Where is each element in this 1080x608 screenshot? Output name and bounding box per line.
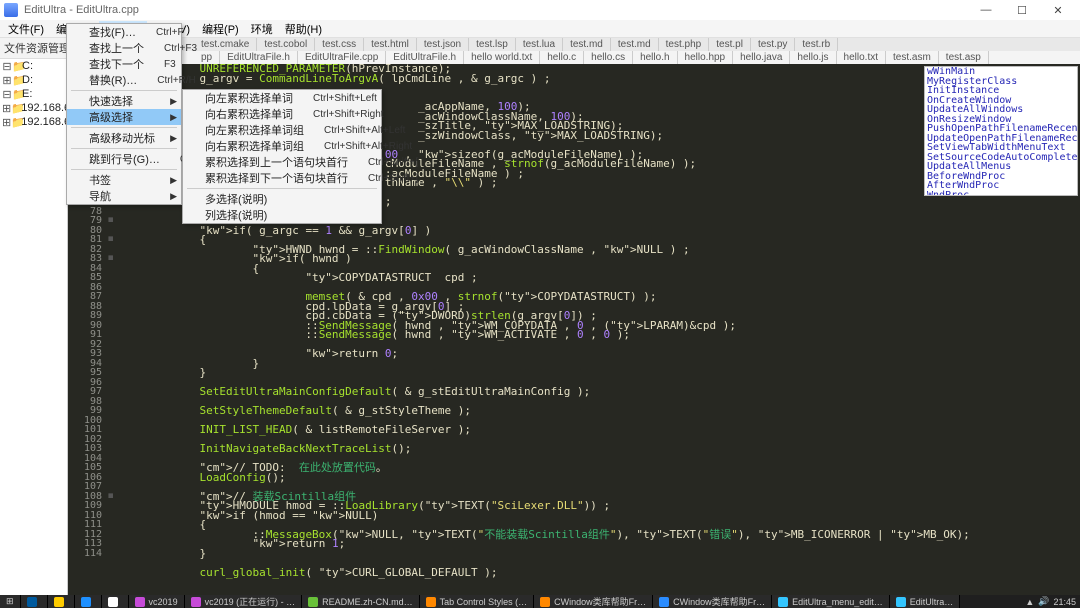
- file-tab[interactable]: test.css: [315, 38, 364, 51]
- menu-item[interactable]: 快速选择▶: [67, 93, 181, 109]
- symbol-list[interactable]: wWinMainMyRegisterClassInitInstanceOnCre…: [924, 66, 1078, 196]
- close-button[interactable]: ✕: [1040, 1, 1076, 19]
- taskbar-item[interactable]: vc2019 (正在运行) - …: [185, 595, 303, 608]
- menu-item[interactable]: 查找(F)…Ctrl+F: [67, 24, 181, 40]
- symbol-item[interactable]: WndProc: [927, 191, 1075, 197]
- file-tab[interactable]: EditUltraFile.h: [386, 51, 464, 64]
- taskbar-item[interactable]: CWindow类库帮助Fr…: [653, 595, 772, 608]
- file-tab[interactable]: hello.h: [633, 51, 677, 64]
- menu-item[interactable]: 向右累积选择单词Ctrl+Shift+Right: [183, 106, 381, 122]
- tree-node[interactable]: ⊟📁E:: [0, 87, 67, 101]
- menu-item[interactable]: 向左累积选择单词组Ctrl+Shift+Alt+Left: [183, 122, 381, 138]
- menu-文件(F)[interactable]: 文件(F): [2, 21, 50, 37]
- file-tab[interactable]: test.lsp: [469, 38, 516, 51]
- file-tab[interactable]: pp: [194, 51, 220, 64]
- file-tab[interactable]: test.rb: [795, 38, 838, 51]
- taskbar-item[interactable]: EditUltra_menu_edit…: [772, 595, 890, 608]
- file-tab[interactable]: hello.java: [733, 51, 790, 64]
- taskbar-item[interactable]: vc2019: [129, 595, 185, 608]
- file-tab[interactable]: hello.c: [540, 51, 584, 64]
- menu-帮助(H)[interactable]: 帮助(H): [279, 21, 328, 37]
- menu-item[interactable]: 查找下一个F3: [67, 56, 181, 72]
- taskbar-item[interactable]: [75, 595, 102, 608]
- menu-item[interactable]: 跳到行号(G)…Ctrl+G: [67, 151, 181, 167]
- file-tab[interactable]: test.php: [659, 38, 710, 51]
- file-tab[interactable]: EditUltraFile.cpp: [298, 51, 386, 64]
- file-tab[interactable]: test.html: [364, 38, 417, 51]
- menu-item[interactable]: 列选择(说明): [183, 207, 381, 223]
- menu-item[interactable]: 替换(R)…Ctrl+R/H: [67, 72, 181, 88]
- tree-node[interactable]: ⊟📁C:: [0, 59, 67, 73]
- tree-node[interactable]: ⊞📁192.168.6.: [0, 101, 67, 115]
- taskbar-item[interactable]: [48, 595, 75, 608]
- taskbar-item[interactable]: README.zh-CN.md…: [302, 595, 420, 608]
- file-tab[interactable]: EditUltraFile.h: [220, 51, 298, 64]
- menu-item[interactable]: 向右累积选择单词组Ctrl+Shift+Alt+Right: [183, 138, 381, 154]
- file-tab[interactable]: hello.hpp: [678, 51, 734, 64]
- tree-node[interactable]: ⊞📁D:: [0, 73, 67, 87]
- file-tree[interactable]: ⊟📁C:⊞📁D:⊟📁E:⊞📁192.168.6.⊞📁192.168.6.: [0, 59, 67, 129]
- window-title: EditUltra - EditUltra.cpp: [24, 4, 139, 16]
- menu-item[interactable]: 向左累积选择单词Ctrl+Shift+Left: [183, 90, 381, 106]
- file-explorer-header: 文件资源管理器: [0, 38, 67, 59]
- file-tab[interactable]: test.pl: [709, 38, 751, 51]
- file-tab[interactable]: hello.js: [790, 51, 836, 64]
- menu-item[interactable]: 累积选择到上一个语句块首行Ctrl+Shift+[: [183, 154, 381, 170]
- menu-item[interactable]: 累积选择到下一个语句块首行Ctrl+Shift+]: [183, 170, 381, 186]
- menu-item[interactable]: 导航▶: [67, 188, 181, 204]
- menu-item[interactable]: 书签▶: [67, 172, 181, 188]
- menu-编程(P)[interactable]: 编程(P): [196, 21, 245, 37]
- taskbar-item[interactable]: [102, 595, 129, 608]
- file-tab[interactable]: hello world.txt: [464, 51, 540, 64]
- advanced-select-submenu[interactable]: 向左累积选择单词Ctrl+Shift+Left向右累积选择单词Ctrl+Shif…: [182, 89, 382, 224]
- tab-row-2[interactable]: ppEditUltraFile.hEditUltraFile.cppEditUl…: [68, 51, 1080, 64]
- tab-row-1[interactable]: test.cmaketest.coboltest.csstest.htmltes…: [68, 38, 1080, 51]
- file-tab[interactable]: test.asp: [939, 51, 989, 64]
- taskbar-item[interactable]: [21, 595, 48, 608]
- file-tab[interactable]: test.py: [751, 38, 795, 51]
- file-tab[interactable]: test.json: [417, 38, 469, 51]
- taskbar[interactable]: ⊞ vc2019vc2019 (正在运行) - …README.zh-CN.md……: [0, 595, 1080, 608]
- tree-node[interactable]: ⊞📁192.168.6.: [0, 115, 67, 129]
- menu-item[interactable]: 高级移动光标▶: [67, 130, 181, 146]
- 系统托盘[interactable]: ▲🔊21:45: [1025, 596, 1080, 607]
- file-tab[interactable]: test.cobol: [257, 38, 315, 51]
- file-tab[interactable]: hello.txt: [837, 51, 886, 64]
- menu-item[interactable]: 高级选择▶: [67, 109, 181, 125]
- clock: 21:45: [1053, 597, 1076, 607]
- start-button[interactable]: ⊞: [0, 595, 21, 608]
- taskbar-item[interactable]: EditUltra…: [890, 595, 961, 608]
- file-tab[interactable]: test.lua: [516, 38, 563, 51]
- taskbar-item[interactable]: CWindow类库帮助Fr…: [534, 595, 653, 608]
- file-tab[interactable]: test.asm: [886, 51, 939, 64]
- taskbar-item[interactable]: Tab Control Styles (…: [420, 595, 535, 608]
- maximize-button[interactable]: ☐: [1004, 1, 1040, 19]
- file-tab[interactable]: hello.cs: [584, 51, 633, 64]
- menu-环境[interactable]: 环境: [245, 21, 279, 37]
- app-icon: [4, 3, 18, 17]
- search-menu-dropdown[interactable]: 查找(F)…Ctrl+F查找上一个Ctrl+F3查找下一个F3替换(R)…Ctr…: [66, 23, 182, 205]
- menu-item[interactable]: 多选择(说明): [183, 191, 381, 207]
- minimize-button[interactable]: —: [968, 1, 1004, 19]
- menu-item[interactable]: 查找上一个Ctrl+F3: [67, 40, 181, 56]
- file-tab[interactable]: test.md: [563, 38, 611, 51]
- file-tab[interactable]: test.md: [611, 38, 659, 51]
- file-tab[interactable]: test.cmake: [194, 38, 257, 51]
